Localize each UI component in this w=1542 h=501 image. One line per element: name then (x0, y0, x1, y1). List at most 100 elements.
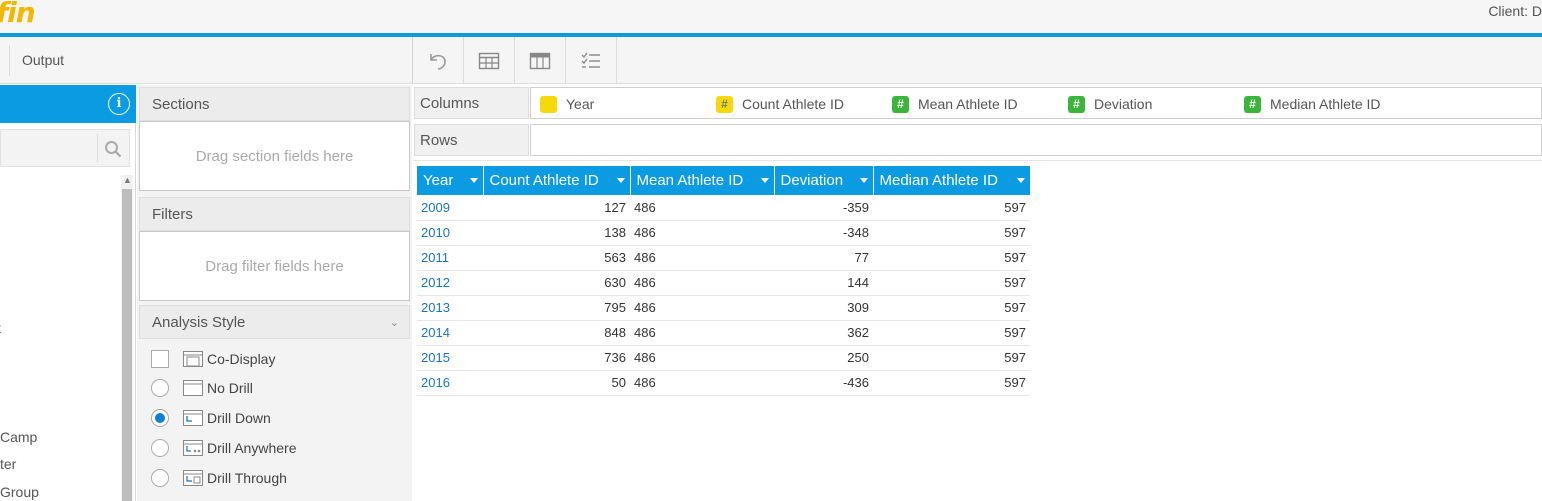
table-columns-button[interactable] (464, 37, 514, 84)
data-fields-panel: i ▲ t Camp ter Group (0, 85, 136, 501)
column-header-deviation[interactable]: Deviation (774, 166, 874, 195)
sections-title: Sections (152, 96, 210, 113)
chip-label: Year (566, 96, 595, 112)
scrollbar-thumb[interactable] (122, 189, 132, 501)
drill-down-radio[interactable] (151, 409, 169, 427)
builder-divider (413, 160, 1542, 161)
columns-label: Columns (414, 87, 529, 119)
year-cell[interactable]: 2011 (417, 245, 483, 271)
column-chip-mean-athlete-id[interactable]: # Mean Athlete ID (892, 95, 1018, 113)
no-drill-radio[interactable] (151, 379, 169, 397)
year-cell[interactable]: 2016 (417, 370, 483, 396)
app-logo: fin (0, 0, 36, 29)
scroll-up-icon[interactable]: ▲ (123, 175, 132, 185)
column-header-label: Count Athlete ID (489, 172, 599, 189)
dimension-field-icon (540, 95, 557, 113)
chip-label: Median Athlete ID (1270, 96, 1381, 112)
column-header-year[interactable]: Year (417, 166, 484, 195)
data-panel-header: i (0, 85, 136, 123)
year-cell[interactable]: 2010 (417, 220, 483, 246)
table-header-row: Year Count Athlete ID Mean Athlete ID De… (417, 166, 1030, 195)
deviation-cell: 77 (774, 245, 873, 271)
mean-cell: 486 (630, 370, 774, 396)
mean-cell: 486 (630, 320, 774, 346)
list-checks-button[interactable] (566, 37, 616, 84)
results-table: Year Count Athlete ID Mean Athlete ID De… (417, 166, 1030, 396)
column-header-mean-athlete-id[interactable]: Mean Athlete ID (630, 166, 775, 195)
field-list-item[interactable]: Camp (0, 429, 37, 445)
undo-icon (430, 53, 446, 70)
drill-through-icon (183, 470, 203, 486)
mean-cell: 486 (630, 245, 774, 271)
chip-label: Deviation (1094, 96, 1153, 112)
column-chip-count-athlete-id[interactable]: # Count Athlete ID (716, 95, 844, 113)
drill-anywhere-icon (183, 440, 203, 456)
field-list-item[interactable]: t (0, 320, 1, 336)
search-icon[interactable] (104, 140, 122, 158)
metric-field-icon: # (892, 95, 909, 113)
deviation-cell: -436 (774, 370, 873, 396)
drill-down-option[interactable]: Drill Down (151, 407, 271, 429)
field-search-input[interactable] (0, 129, 130, 167)
column-chip-year[interactable]: Year (540, 95, 594, 113)
analysis-style-header[interactable]: Analysis Style ⌄ (139, 305, 410, 339)
year-cell[interactable]: 2009 (417, 195, 483, 221)
drill-down-label: Drill Down (207, 410, 271, 426)
field-list-item[interactable]: Group (0, 484, 39, 500)
median-cell: 597 (873, 270, 1030, 296)
mean-cell: 486 (630, 195, 774, 221)
undo-button[interactable] (413, 37, 463, 84)
mean-cell: 486 (630, 220, 774, 246)
drill-anywhere-option[interactable]: Drill Anywhere (151, 437, 296, 459)
column-header-label: Mean Athlete ID (636, 172, 744, 189)
sort-menu-icon[interactable] (1017, 178, 1025, 183)
median-cell: 597 (873, 320, 1030, 346)
field-list-scrollbar[interactable]: ▲ (121, 175, 133, 501)
year-cell[interactable]: 2015 (417, 345, 483, 371)
column-header-count-athlete-id[interactable]: Count Athlete ID (483, 166, 631, 195)
co-display-checkbox[interactable] (151, 350, 169, 368)
sections-header: Sections (139, 87, 410, 121)
filters-drop-zone[interactable]: Drag filter fields here (139, 231, 410, 301)
drill-anywhere-radio[interactable] (151, 439, 169, 457)
median-cell: 597 (873, 370, 1030, 396)
sort-menu-icon[interactable] (859, 178, 868, 183)
drill-through-radio[interactable] (151, 469, 169, 487)
rows-drop-zone[interactable] (530, 124, 1542, 156)
year-cell[interactable]: 2014 (417, 320, 483, 346)
drill-through-label: Drill Through (207, 470, 287, 486)
column-header-label: Deviation (780, 172, 844, 189)
report-builder: Columns Year # Count Athlete ID # Mean A… (413, 85, 1542, 501)
chip-label: Count Athlete ID (742, 96, 844, 112)
chevron-down-icon[interactable]: ⌄ (390, 316, 399, 329)
sort-menu-icon[interactable] (760, 178, 769, 183)
columns-drop-zone[interactable]: Year # Count Athlete ID # Mean Athlete I… (530, 87, 1542, 119)
median-cell: 597 (873, 245, 1030, 271)
no-drill-label: No Drill (207, 380, 253, 396)
year-cell[interactable]: 2012 (417, 270, 483, 296)
year-cell[interactable]: 2013 (417, 295, 483, 321)
table-columns-icon (478, 52, 500, 69)
no-drill-icon (183, 380, 203, 396)
filters-header: Filters (139, 197, 410, 231)
drill-through-option[interactable]: Drill Through (151, 467, 287, 489)
co-display-option[interactable]: Co-Display (151, 348, 275, 370)
column-chip-median-athlete-id[interactable]: # Median Athlete ID (1244, 95, 1381, 113)
deviation-cell: 250 (774, 345, 873, 371)
column-header-median-athlete-id[interactable]: Median Athlete ID (873, 166, 1030, 195)
client-label[interactable]: Client: D (1488, 3, 1542, 19)
list-checks-icon (581, 52, 600, 68)
output-tab[interactable]: Output (22, 52, 64, 68)
toolbar-divider (9, 45, 10, 76)
info-icon[interactable]: i (108, 93, 130, 115)
table-row: 2009 127 486 -359 597 (417, 195, 1030, 221)
no-drill-option[interactable]: No Drill (151, 377, 253, 399)
sort-menu-icon[interactable] (616, 178, 625, 183)
column-chip-deviation[interactable]: # Deviation (1068, 95, 1152, 113)
table-row: 2010 138 486 -348 597 (417, 220, 1030, 246)
count-cell: 50 (483, 370, 630, 396)
sort-menu-icon[interactable] (469, 178, 478, 183)
sections-drop-zone[interactable]: Drag section fields here (139, 121, 410, 191)
field-list-item[interactable]: ter (0, 456, 16, 472)
layout-button[interactable] (515, 37, 565, 84)
